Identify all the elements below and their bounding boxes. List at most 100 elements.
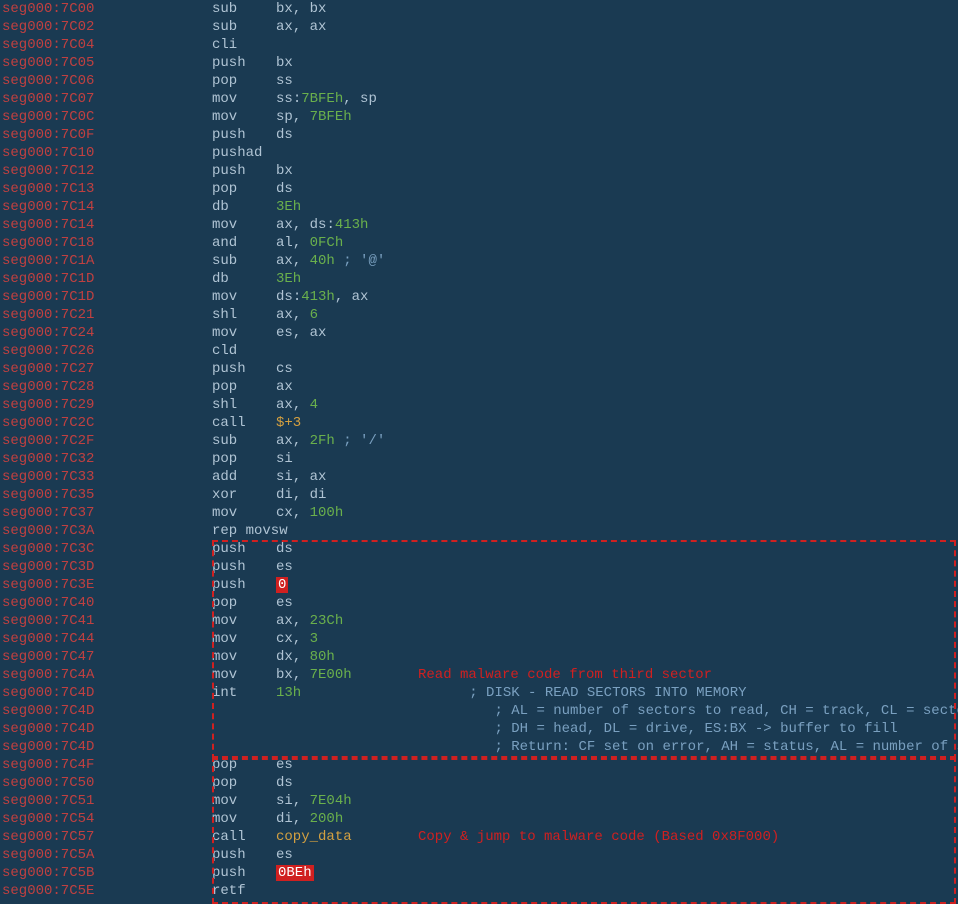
mnemonic: call [212, 828, 276, 846]
annotation-label: Read malware code from third sector [418, 666, 712, 684]
instruction: rep movsw [212, 522, 958, 540]
address: seg000:7C54 [0, 810, 212, 828]
mnemonic: and [212, 234, 276, 252]
disassembly-listing: seg000:7C00subbx, bxseg000:7C02subax, ax… [0, 0, 958, 900]
instruction: ; DH = head, DL = drive, ES:BX -> buffer… [212, 720, 958, 738]
asm-line[interactable]: seg000:7C29shlax, 4 [0, 396, 958, 414]
instruction: addsi, ax [212, 468, 958, 486]
address: seg000:7C14 [0, 216, 212, 234]
asm-line[interactable]: seg000:7C32popsi [0, 450, 958, 468]
address: seg000:7C35 [0, 486, 212, 504]
asm-line[interactable]: seg000:7C37movcx, 100h [0, 504, 958, 522]
address: seg000:7C4D [0, 684, 212, 702]
asm-line[interactable]: seg000:7C3Arep movsw [0, 522, 958, 540]
asm-line[interactable]: seg000:7C00subbx, bx [0, 0, 958, 18]
asm-line[interactable]: seg000:7C41movax, 23Ch [0, 612, 958, 630]
asm-line[interactable]: seg000:7C05pushbx [0, 54, 958, 72]
mnemonic: db [212, 270, 276, 288]
mnemonic: retf [212, 882, 276, 900]
instruction: ; Return: CF set on error, AH = status, … [212, 738, 958, 756]
address: seg000:7C2C [0, 414, 212, 432]
instruction: pushds [212, 540, 958, 558]
address: seg000:7C0F [0, 126, 212, 144]
asm-line[interactable]: seg000:7C13popds [0, 180, 958, 198]
asm-line[interactable]: seg000:7C40popes [0, 594, 958, 612]
instruction: push0BEh [212, 864, 958, 882]
instruction: movdx, 80h [212, 648, 958, 666]
mnemonic: push [212, 864, 276, 882]
asm-line[interactable]: seg000:7C0Cmovsp, 7BFEh [0, 108, 958, 126]
instruction: movax, 23Ch [212, 612, 958, 630]
address: seg000:7C51 [0, 792, 212, 810]
address: seg000:7C3D [0, 558, 212, 576]
instruction: subax, 2Fh ; '/' [212, 432, 958, 450]
asm-line[interactable]: seg000:7C47movdx, 80h [0, 648, 958, 666]
address: seg000:7C06 [0, 72, 212, 90]
mnemonic: push [212, 126, 276, 144]
asm-line[interactable]: seg000:7C3Epush0 [0, 576, 958, 594]
asm-line[interactable]: seg000:7C2Fsubax, 2Fh ; '/' [0, 432, 958, 450]
asm-line[interactable]: seg000:7C4D ; AL = number of sectors to … [0, 702, 958, 720]
instruction: retf [212, 882, 958, 900]
asm-line[interactable]: seg000:7C21shlax, 6 [0, 306, 958, 324]
mnemonic: shl [212, 306, 276, 324]
asm-line[interactable]: seg000:7C07movss:7BFEh, sp [0, 90, 958, 108]
asm-line[interactable]: seg000:7C28popax [0, 378, 958, 396]
asm-line[interactable]: seg000:7C5Apushes [0, 846, 958, 864]
asm-line[interactable]: seg000:7C35xordi, di [0, 486, 958, 504]
instruction: movsi, 7E04h [212, 792, 958, 810]
asm-line[interactable]: seg000:7C4Fpopes [0, 756, 958, 774]
instruction: pushds [212, 126, 958, 144]
instruction: shlax, 4 [212, 396, 958, 414]
asm-line[interactable]: seg000:7C44movcx, 3 [0, 630, 958, 648]
asm-line[interactable]: seg000:7C14movax, ds:413h [0, 216, 958, 234]
mnemonic: sub [212, 252, 276, 270]
asm-line[interactable]: seg000:7C06popss [0, 72, 958, 90]
asm-line[interactable]: seg000:7C27pushcs [0, 360, 958, 378]
instruction: movcx, 3 [212, 630, 958, 648]
address: seg000:7C0C [0, 108, 212, 126]
mnemonic: push [212, 846, 276, 864]
asm-line[interactable]: seg000:7C0Fpushds [0, 126, 958, 144]
asm-line[interactable]: seg000:7C4D ; DH = head, DL = drive, ES:… [0, 720, 958, 738]
asm-line[interactable]: seg000:7C18andal, 0FCh [0, 234, 958, 252]
asm-line[interactable]: seg000:7C5Bpush0BEh [0, 864, 958, 882]
asm-line[interactable]: seg000:7C3Cpushds [0, 540, 958, 558]
address: seg000:7C4D [0, 702, 212, 720]
asm-line[interactable]: seg000:7C5Eretf [0, 882, 958, 900]
instruction: movcx, 100h [212, 504, 958, 522]
mnemonic: mov [212, 324, 276, 342]
asm-line[interactable]: seg000:7C50popds [0, 774, 958, 792]
asm-line[interactable]: seg000:7C02subax, ax [0, 18, 958, 36]
asm-line[interactable]: seg000:7C54movdi, 200h [0, 810, 958, 828]
asm-line[interactable]: seg000:7C1Asubax, 40h ; '@' [0, 252, 958, 270]
instruction: xordi, di [212, 486, 958, 504]
instruction: movss:7BFEh, sp [212, 90, 958, 108]
asm-line[interactable]: seg000:7C3Dpushes [0, 558, 958, 576]
address: seg000:7C4D [0, 720, 212, 738]
asm-line[interactable]: seg000:7C4D ; Return: CF set on error, A… [0, 738, 958, 756]
asm-line[interactable]: seg000:7C14db3Eh [0, 198, 958, 216]
asm-line[interactable]: seg000:7C12pushbx [0, 162, 958, 180]
instruction: pushes [212, 558, 958, 576]
asm-line[interactable]: seg000:7C10pushad [0, 144, 958, 162]
asm-line[interactable]: seg000:7C1Dmovds:413h, ax [0, 288, 958, 306]
mnemonic: mov [212, 288, 276, 306]
asm-line[interactable]: seg000:7C26cld [0, 342, 958, 360]
mnemonic: push [212, 54, 276, 72]
instruction: popss [212, 72, 958, 90]
instruction: moves, ax [212, 324, 958, 342]
asm-line[interactable]: seg000:7C4Dint13h ; DISK - READ SECTORS … [0, 684, 958, 702]
address: seg000:7C40 [0, 594, 212, 612]
comment: ; AL = number of sectors to read, CH = t… [494, 703, 958, 719]
asm-line[interactable]: seg000:7C24moves, ax [0, 324, 958, 342]
asm-line[interactable]: seg000:7C51movsi, 7E04h [0, 792, 958, 810]
asm-line[interactable]: seg000:7C33addsi, ax [0, 468, 958, 486]
instruction: andal, 0FCh [212, 234, 958, 252]
address: seg000:7C4A [0, 666, 212, 684]
asm-line[interactable]: seg000:7C1Ddb3Eh [0, 270, 958, 288]
address: seg000:7C3E [0, 576, 212, 594]
asm-line[interactable]: seg000:7C2Ccall$+3 [0, 414, 958, 432]
asm-line[interactable]: seg000:7C04cli [0, 36, 958, 54]
mnemonic: pushad [212, 144, 276, 162]
